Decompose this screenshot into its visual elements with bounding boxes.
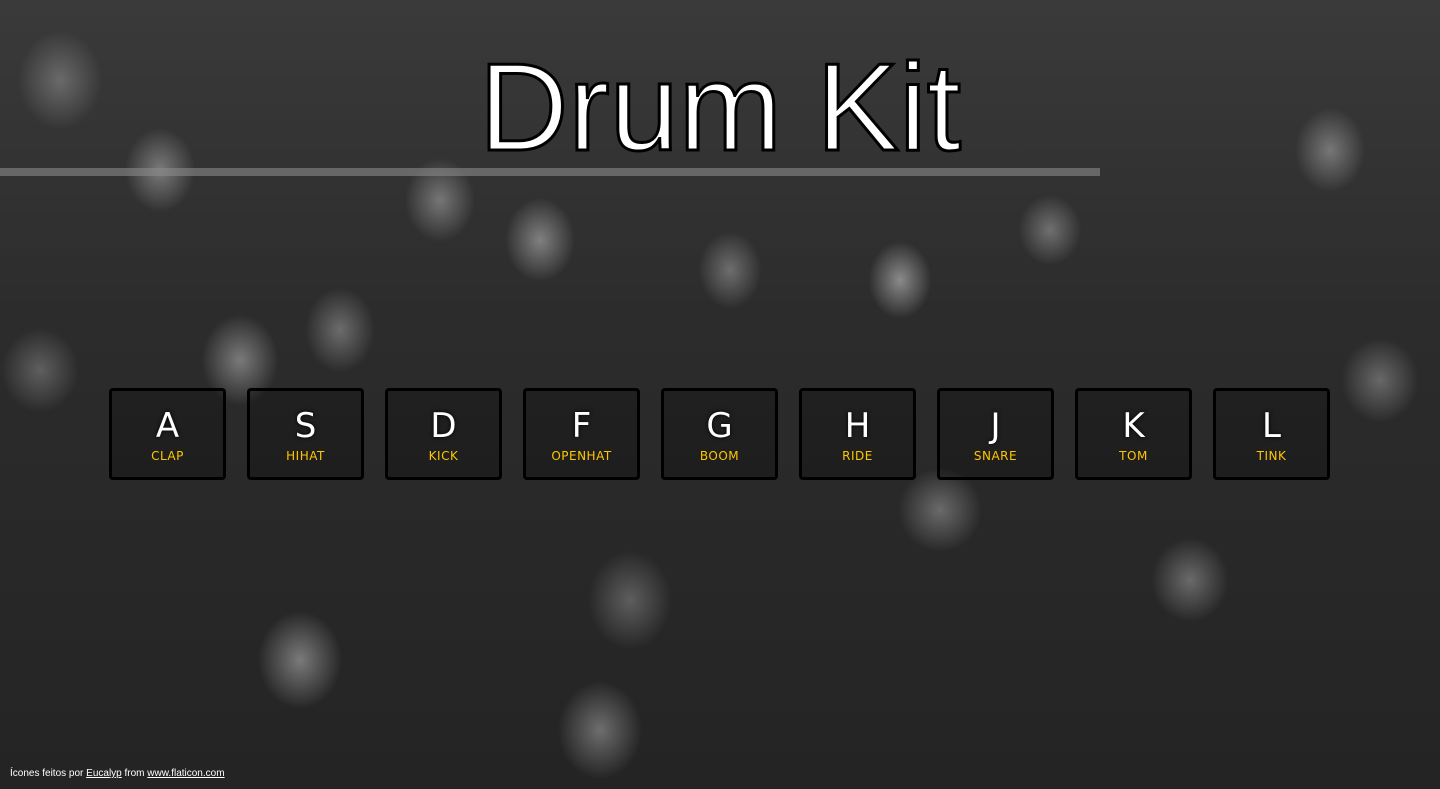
drum-key-kick[interactable]: D KICK — [385, 388, 502, 480]
author-link[interactable]: Eucalyp — [86, 768, 122, 779]
page-title: Drum Kit — [477, 38, 962, 179]
drum-key-hihat[interactable]: S HIHAT — [247, 388, 364, 480]
drum-key-tom[interactable]: K TOM — [1075, 388, 1192, 480]
key-letter: D — [430, 406, 457, 446]
key-letter: S — [294, 406, 317, 446]
key-sound-label: SNARE — [973, 449, 1018, 463]
key-letter: L — [1262, 406, 1281, 446]
key-sound-label: CLAP — [151, 449, 184, 463]
drum-key-boom[interactable]: G BOOM — [661, 388, 778, 480]
key-letter: H — [844, 406, 871, 446]
key-letter: F — [571, 406, 592, 446]
key-letter: K — [1122, 406, 1145, 446]
attribution-footer: Ícones feitos por Eucalyp from www.flati… — [10, 768, 225, 780]
key-letter: J — [990, 406, 1001, 446]
drum-keys: A CLAP S HIHAT D KICK F OPENHAT G BOOM H… — [109, 388, 1330, 480]
key-sound-label: RIDE — [842, 449, 873, 463]
key-letter: G — [706, 406, 733, 446]
key-sound-label: KICK — [428, 449, 459, 463]
attribution-prefix: Ícones feitos por — [10, 768, 87, 779]
key-letter: A — [155, 406, 180, 446]
drum-key-tink[interactable]: L TINK — [1213, 388, 1330, 480]
key-sound-label: TOM — [1119, 449, 1148, 463]
drum-key-clap[interactable]: A CLAP — [109, 388, 226, 480]
drum-key-ride[interactable]: H RIDE — [799, 388, 916, 480]
key-sound-label: HIHAT — [286, 449, 325, 463]
key-sound-label: OPENHAT — [551, 449, 612, 463]
key-sound-label: TINK — [1256, 449, 1287, 463]
drum-key-snare[interactable]: J SNARE — [937, 388, 1054, 480]
key-sound-label: BOOM — [699, 449, 740, 463]
attribution-middle: from — [121, 768, 148, 779]
drum-key-openhat[interactable]: F OPENHAT — [523, 388, 640, 480]
flaticon-link[interactable]: www.flaticon.com — [147, 768, 224, 779]
